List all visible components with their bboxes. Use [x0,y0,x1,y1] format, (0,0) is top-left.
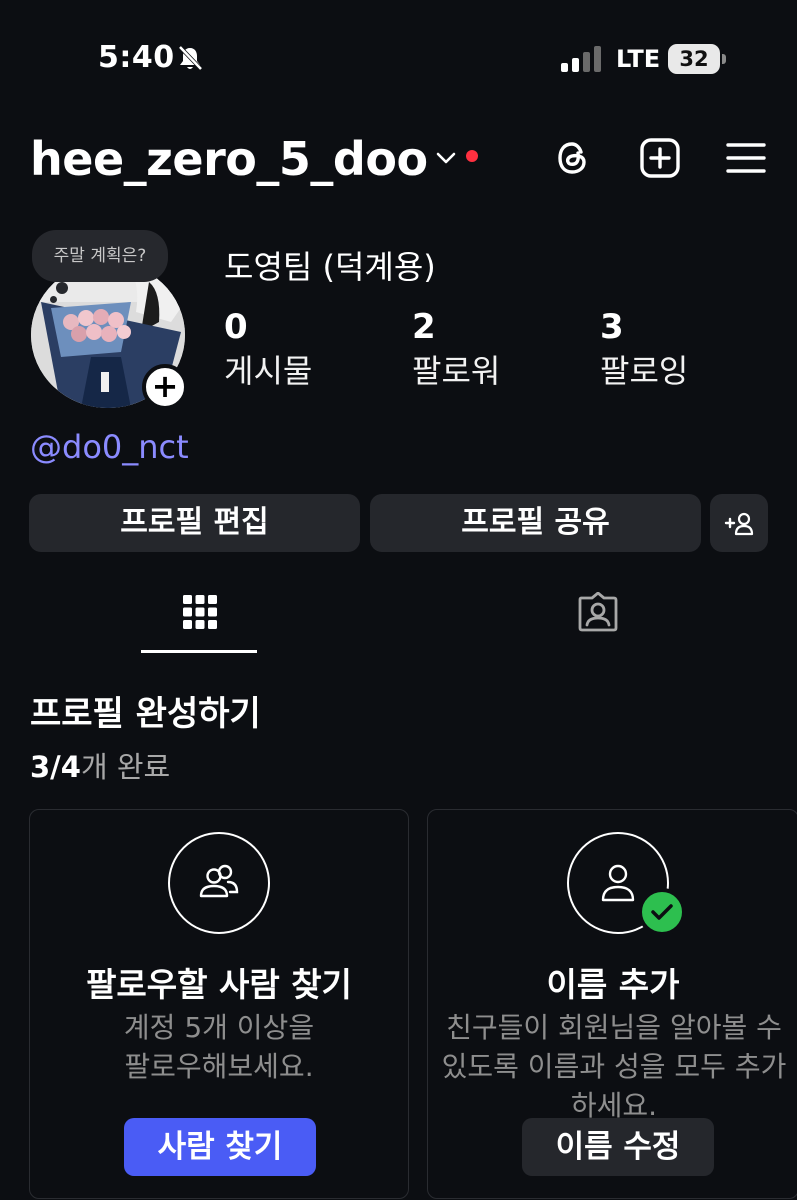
battery-icon: 32 [668,44,726,74]
threads-handle-link[interactable]: @do0_nct [30,428,189,466]
stat-label: 게시물 [224,352,313,390]
grid-icon[interactable] [180,592,220,632]
network-label: LTE [616,45,661,73]
stat-posts[interactable]: 0 게시물 [224,306,312,392]
add-name-card: 이름 추가 친구들이 회원님을 알아볼 수 있도록 이름과 성을 모두 추가하세… [427,809,797,1199]
battery-level: 32 [679,47,709,71]
stat-value: 2 [412,307,436,347]
profile-note[interactable]: 주말 계획은? [32,230,168,282]
stat-value: 3 [600,307,624,347]
checkmark-icon [638,888,686,936]
card-title: 이름 추가 [546,965,680,1004]
edit-name-button[interactable]: 이름 수정 [522,1118,714,1176]
card-description: 계정 5개 이상을 팔로우해보세요. [123,1011,315,1083]
stat-following[interactable]: 3 팔로잉 [600,306,688,392]
status-time: 5:40 [98,40,175,75]
find-people-card: 팔로우할 사람 찾기 계정 5개 이상을 팔로우해보세요. 사람 찾기 [29,809,409,1199]
check-glyph [651,904,673,920]
complete-profile-progress: 3/4개 완료 [30,744,170,786]
stat-label: 팔로잉 [600,352,689,390]
chevron-down-icon[interactable] [435,150,457,166]
people-icon [199,864,239,898]
threads-icon[interactable] [551,136,595,180]
bell-muted-icon [178,45,203,71]
create-icon[interactable] [638,136,682,180]
stat-label: 팔로워 [412,352,501,390]
note-tail [56,282,68,294]
person-icon [601,864,635,902]
card-description: 친구들이 회원님을 알아볼 수 있도록 이름과 성을 모두 추가하세요. [441,1011,787,1122]
menu-icon[interactable] [724,136,768,180]
progress-suffix: 개 완료 [80,750,171,784]
username[interactable]: hee_zero_5_doo [30,132,428,186]
edit-profile-button[interactable]: 프로필 편집 [29,494,360,552]
tab-indicator [141,650,257,653]
note-tail [50,296,57,303]
card-title: 팔로우할 사람 찾기 [86,965,352,1004]
tagged-icon[interactable] [578,592,618,632]
display-name: 도영팀 (덕계용) [224,248,436,286]
signal-icon [561,46,601,72]
stat-value: 0 [224,307,248,347]
status-bar: 5:40 LTE 32 [0,0,797,120]
discover-people-button[interactable] [710,494,768,552]
find-people-button[interactable]: 사람 찾기 [124,1118,316,1176]
notification-dot [466,150,478,162]
progress-count: 3/4 [30,750,81,784]
battery-cap [722,54,726,64]
add-person-icon [724,512,754,536]
add-story-button[interactable]: + [142,364,188,410]
stat-followers[interactable]: 2 팔로워 [412,306,500,392]
card-icon-circle [168,832,270,934]
share-profile-button[interactable]: 프로필 공유 [370,494,701,552]
complete-profile-title: 프로필 완성하기 [30,694,261,734]
